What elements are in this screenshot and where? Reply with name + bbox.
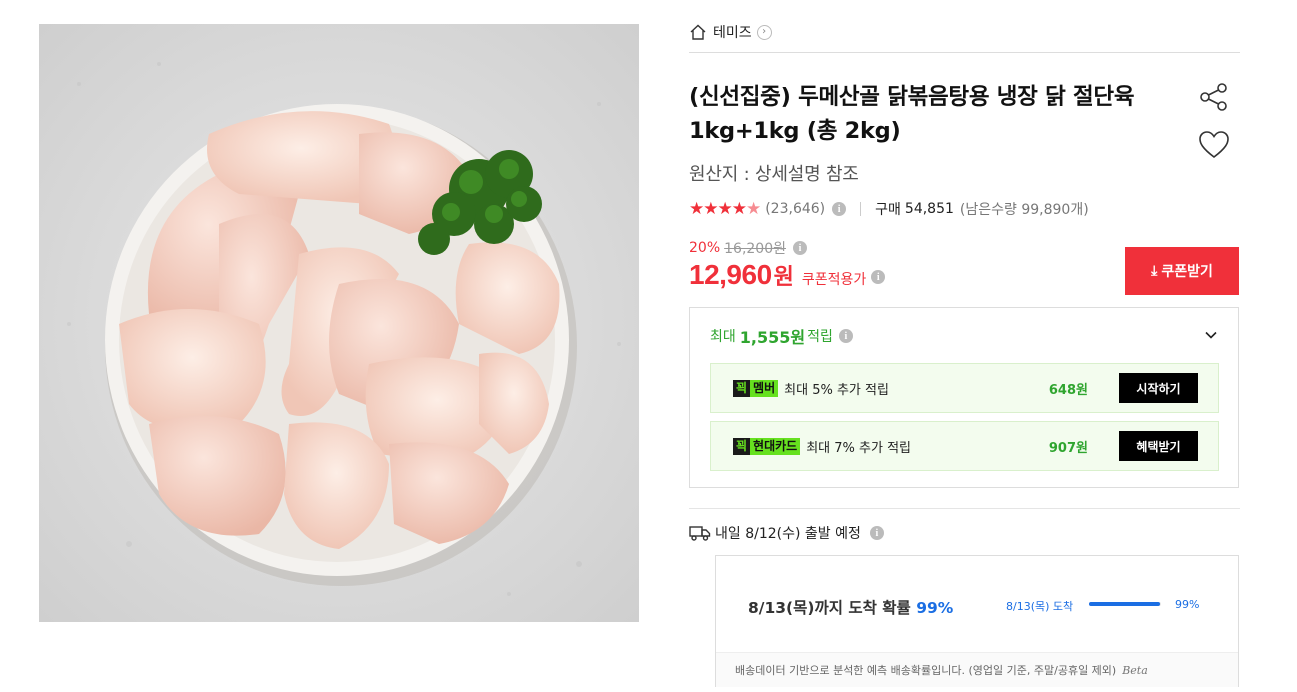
coupon-button-label: 쿠폰받기 [1161, 264, 1213, 280]
chevron-right-icon: › [756, 24, 772, 40]
start-button[interactable]: 시작하기 [1119, 373, 1198, 403]
review-count[interactable]: (23,646) [765, 201, 825, 217]
arrival-bar-percent: 99% [1175, 598, 1200, 611]
info-icon[interactable]: i [838, 329, 853, 343]
star-rating[interactable]: ★★★★★ [689, 199, 761, 219]
rating-row: ★★★★★ (23,646) i 구매 54,851 (남은수량 99,890개… [689, 197, 1089, 221]
info-icon[interactable]: i [832, 202, 847, 216]
purchase-count: 54,851 [904, 201, 954, 217]
benefit-row: 꾁 현대카드 최대 7% 추가 적립 907원 혜택받기 [710, 421, 1219, 471]
divider [860, 202, 862, 216]
info-icon[interactable]: i [793, 241, 807, 255]
arrival-note: 배송데이터 기반으로 분석한 예측 배송확률입니다. (영업일 기준, 주말/공… [716, 652, 1238, 687]
discount-row: 20% 16,200원 i [689, 237, 807, 259]
sale-price: 12,960 [689, 259, 772, 290]
product-photo [39, 24, 639, 622]
origin-text: 원산지 : 상세설명 참조 [689, 164, 859, 185]
heart-icon[interactable] [1198, 130, 1230, 160]
member-badge: 꾁 멤버 [733, 379, 779, 397]
shipping-row: 내일 8/12(수) 출발 예정 i [689, 522, 884, 544]
original-price: 16,200원 [724, 241, 786, 257]
arrival-note-text: 배송데이터 기반으로 분석한 예측 배송확률입니다. (영업일 기준, 주말/공… [735, 664, 1117, 677]
points-suffix: 적립 [807, 329, 833, 345]
share-icon[interactable] [1198, 81, 1230, 113]
beta-label: Beta [1122, 663, 1148, 677]
discount-rate: 20% [689, 240, 721, 256]
seller-link[interactable]: 테미즈 › [689, 22, 772, 42]
arrival-text: 8/13(목)까지 도착 확률 [748, 599, 911, 617]
truck-icon [689, 526, 711, 541]
info-icon[interactable]: i [869, 526, 884, 540]
benefit-amount: 648원 [1048, 382, 1088, 398]
price-row: 12,960 원 쿠폰적용가 i [689, 259, 886, 295]
coupon-download-button[interactable]: ⤓ 쿠폰받기 [1125, 247, 1239, 295]
arrival-probability: 8/13(목)까지 도착 확률 99% [748, 596, 953, 618]
product-image[interactable] [39, 24, 639, 622]
remaining-stock: (남은수량 99,890개) [959, 202, 1089, 218]
points-header[interactable]: 최대 1,555원 적립 i [710, 326, 853, 347]
benefit-row: 꾁 멤버 최대 5% 추가 적립 648원 시작하기 [710, 363, 1219, 413]
get-benefit-button[interactable]: 혜택받기 [1119, 431, 1198, 461]
chevron-down-icon[interactable] [1204, 328, 1218, 342]
arrival-percent: 99% [916, 599, 954, 617]
points-panel: 최대 1,555원 적립 i 꾁 멤버 최대 5% 추가 적립 648원 시작하기… [689, 307, 1239, 488]
product-title: (신선집중) 두메산골 닭볶음탕용 냉장 닭 절단육 1kg+1kg (총 2k… [689, 84, 1135, 144]
benefit-amount: 907원 [1048, 440, 1088, 456]
arrival-probability-panel: 8/13(목)까지 도착 확률 99% 8/13(목) 도착 99% 배송데이터… [715, 555, 1239, 687]
benefit-desc: 최대 7% 추가 적립 [806, 440, 911, 456]
points-prefix: 최대 [710, 329, 736, 345]
departure-text: 내일 8/12(수) 출발 예정 [715, 526, 861, 542]
divider [689, 52, 1240, 53]
arrival-progress-bar [1089, 602, 1161, 606]
download-icon: ⤓ [1151, 263, 1158, 279]
card-badge: 꾁 현대카드 [733, 437, 801, 455]
coupon-applied-label: 쿠폰적용가 [801, 272, 867, 288]
home-icon [690, 24, 706, 40]
divider [689, 508, 1240, 509]
arrival-bar-label: 8/13(목) 도착 [1006, 600, 1074, 613]
seller-name[interactable]: 테미즈 [713, 22, 752, 42]
purchase-label: 구매 [875, 202, 901, 218]
points-amount: 1,555원 [739, 328, 806, 347]
arrival-progress-fill [1089, 602, 1161, 606]
currency: 원 [773, 265, 794, 290]
info-icon[interactable]: i [871, 270, 886, 284]
benefit-desc: 최대 5% 추가 적립 [784, 382, 889, 398]
